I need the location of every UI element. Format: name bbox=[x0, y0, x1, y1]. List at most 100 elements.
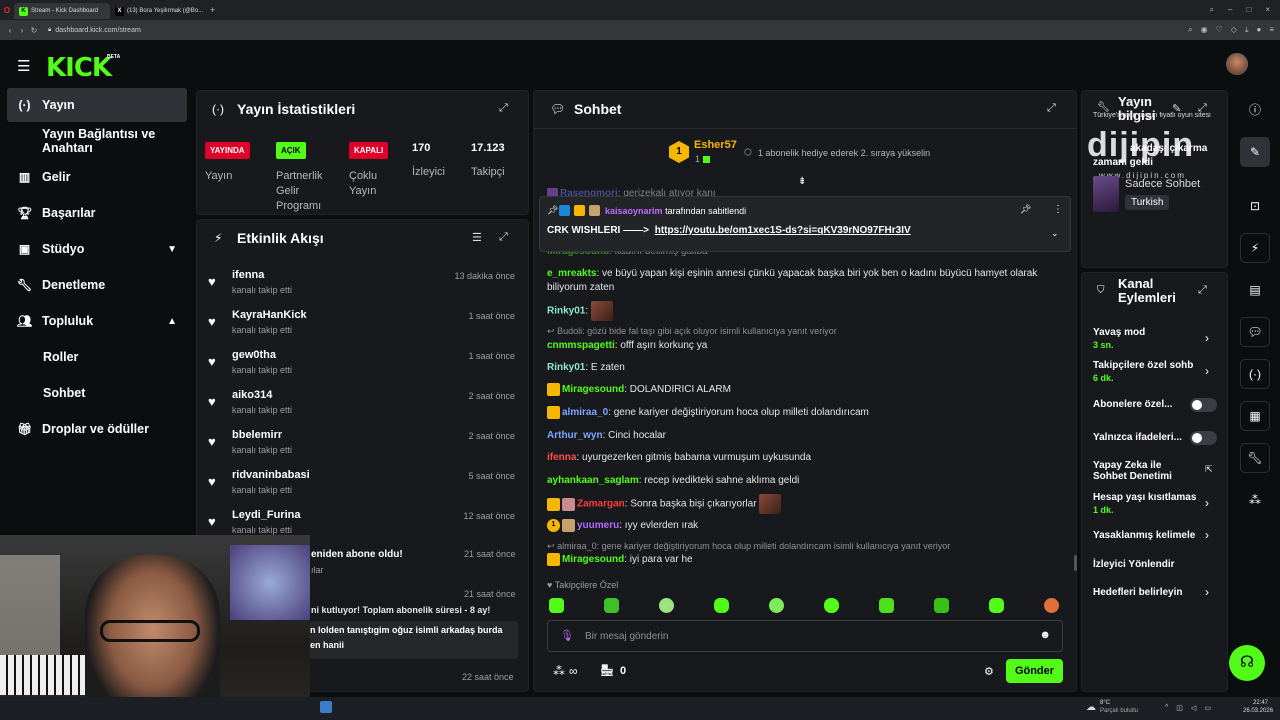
new-tab-icon[interactable]: + bbox=[210, 5, 215, 15]
pencil-icon[interactable]: ✎ bbox=[1240, 137, 1270, 167]
top-gifter-name[interactable]: Esher57 bbox=[694, 139, 737, 151]
chevron-right-icon[interactable]: › bbox=[1205, 331, 1209, 345]
bookmark-icon[interactable]: ♡ bbox=[1216, 25, 1223, 35]
pinned-link[interactable]: https://youtu.be/om1xec1S-ds?si=qKV39rNO… bbox=[655, 225, 911, 236]
document-icon[interactable]: ▤ bbox=[1240, 275, 1270, 305]
filter-icon[interactable]: ☰ bbox=[472, 231, 482, 244]
activity-username[interactable]: KayraHanKick bbox=[232, 309, 307, 321]
expand-icon[interactable]: ⤢ bbox=[1047, 102, 1056, 115]
activity-username[interactable]: gew0tha bbox=[232, 349, 276, 361]
chevron-right-icon[interactable]: › bbox=[1205, 585, 1209, 599]
store-button[interactable]: 🏪︎ 0 bbox=[600, 664, 626, 678]
minimize-button[interactable]: – bbox=[1228, 5, 1232, 15]
emote-button[interactable] bbox=[604, 598, 619, 613]
emote-button[interactable] bbox=[934, 598, 949, 613]
app-icon[interactable] bbox=[320, 701, 332, 713]
chat-username[interactable]: ayhankaan_saglam bbox=[547, 475, 639, 486]
menu-icon[interactable]: ≡ bbox=[1269, 25, 1274, 35]
category-name[interactable]: Sadece Sohbet bbox=[1125, 178, 1200, 190]
scroll-down-icon[interactable]: ⇟ bbox=[798, 176, 806, 187]
support-headset-icon[interactable]: ☊ bbox=[1229, 645, 1265, 681]
unpin-icon[interactable]: 📌︎ bbox=[1020, 204, 1031, 215]
tab-x[interactable]: X (13) Bora Yeşilırmak (@Bo... bbox=[110, 3, 206, 19]
action-followers-only[interactable]: Takipçilere özel sohb 6 dk. bbox=[1093, 360, 1201, 383]
expand-icon[interactable]: ⤢ bbox=[499, 231, 508, 244]
emote-button[interactable] bbox=[879, 598, 894, 613]
battery-icon[interactable]: ▭ bbox=[1204, 704, 1211, 712]
layout-icon[interactable]: ▦ bbox=[1240, 401, 1270, 431]
chat-username[interactable]: Arthur_wyn bbox=[547, 430, 603, 441]
forward-icon[interactable]: › bbox=[16, 26, 28, 35]
emote-button[interactable] bbox=[1044, 598, 1059, 613]
chat-username[interactable]: Miragesound bbox=[562, 384, 624, 395]
activity-username[interactable]: ifenna bbox=[232, 269, 264, 281]
gift-prompt[interactable]: 1 abonelik hediye ederek 2. sıraya yükse… bbox=[758, 148, 930, 158]
nodes-icon[interactable]: ⁂ bbox=[1240, 485, 1270, 515]
camera-icon[interactable]: ◉ bbox=[1201, 25, 1208, 35]
action-ai-moderation[interactable]: Yapay Zeka ile Sohbet Denetimi bbox=[1093, 460, 1193, 482]
action-account-age[interactable]: Hesap yaşı kısıtlamas 1 dk. bbox=[1093, 492, 1201, 515]
sidebar-item-yayin[interactable]: (·) Yayın bbox=[7, 88, 187, 122]
reload-icon[interactable]: ↻ bbox=[28, 26, 40, 35]
chat-username[interactable]: ifenna bbox=[547, 452, 576, 463]
extensions-icon[interactable]: ◇ bbox=[1231, 25, 1237, 35]
action-banned-words[interactable]: Yasaklanmış kelimele bbox=[1093, 530, 1201, 541]
tab-search-icon[interactable]: ⌕ bbox=[1210, 5, 1214, 15]
network-icon[interactable]: ◫ bbox=[1176, 704, 1183, 712]
info-icon[interactable]: ⓘ bbox=[1240, 94, 1270, 124]
broadcast-icon[interactable]: (·) bbox=[1240, 359, 1270, 389]
chevron-down-icon[interactable]: ⌄ bbox=[1051, 228, 1059, 239]
chevron-right-icon[interactable]: › bbox=[1205, 496, 1209, 510]
emote-button[interactable] bbox=[989, 598, 1004, 613]
chat-settings-icon[interactable]: ⚙ bbox=[984, 665, 994, 678]
user-avatar[interactable] bbox=[1226, 53, 1248, 75]
chat-username[interactable]: cnmmspagetti bbox=[547, 340, 615, 351]
emote-button[interactable] bbox=[659, 598, 674, 613]
emote-button[interactable] bbox=[714, 598, 729, 613]
chat-input[interactable]: 🎙︎ Bir mesaj gönderin ☻ bbox=[547, 620, 1063, 652]
chat-username[interactable]: e_mreakts bbox=[547, 268, 596, 279]
emoji-icon[interactable]: ☻ bbox=[1039, 629, 1051, 641]
chevron-right-icon[interactable]: › bbox=[1205, 528, 1209, 542]
external-link-icon[interactable]: ⇱ bbox=[1205, 464, 1213, 475]
chevron-right-icon[interactable]: › bbox=[1205, 364, 1209, 378]
send-button[interactable]: Gönder bbox=[1006, 659, 1063, 683]
chat-username[interactable]: Miragesound bbox=[562, 554, 624, 565]
expand-icon[interactable]: ⤢ bbox=[499, 102, 508, 115]
emote-button[interactable] bbox=[824, 598, 839, 613]
back-icon[interactable]: ‹ bbox=[4, 26, 16, 35]
chat-username[interactable]: almiraa_0 bbox=[562, 407, 608, 418]
sidebar-item-gelir[interactable]: ▥ Gelir bbox=[7, 160, 187, 194]
zoom-icon[interactable]: ⌕ bbox=[1188, 25, 1192, 35]
sidebar-item-basarilar[interactable]: 🏆︎ Başarılar bbox=[7, 196, 187, 230]
action-slow-mode[interactable]: Yavaş mod 3 sn. bbox=[1093, 327, 1218, 350]
maximize-button[interactable]: □ bbox=[1246, 5, 1251, 15]
sidebar-item-topluluk[interactable]: 👥︎ Topluluk ▲ bbox=[7, 304, 187, 338]
category-thumbnail[interactable] bbox=[1093, 176, 1119, 212]
expand-icon[interactable]: ⤢ bbox=[1198, 284, 1207, 297]
emote-button[interactable] bbox=[549, 598, 564, 613]
close-window-button[interactable]: × bbox=[1265, 5, 1270, 15]
chevron-up-icon[interactable]: ^ bbox=[1165, 704, 1168, 712]
tab-kick-dashboard[interactable]: K Stream - Kick Dashboard bbox=[14, 3, 110, 19]
emote-button[interactable] bbox=[769, 598, 784, 613]
chat-scrollbar[interactable] bbox=[1074, 555, 1077, 571]
download-icon[interactable]: ⤓ bbox=[1245, 25, 1249, 35]
chat-username[interactable]: Rinky01 bbox=[547, 306, 585, 317]
activity-username[interactable]: aiko314 bbox=[232, 389, 272, 401]
activity-username[interactable]: bbelemirr bbox=[232, 429, 282, 441]
emotes-only-toggle[interactable] bbox=[1190, 431, 1217, 445]
chat-username[interactable]: yuumeru bbox=[577, 520, 619, 531]
chat-bubble-icon[interactable]: 💬︎ bbox=[1240, 317, 1270, 347]
pinner-username[interactable]: kaisaoynarim bbox=[605, 206, 663, 216]
action-raid[interactable]: İzleyici Yönlendir bbox=[1093, 559, 1218, 570]
sidebar-item-droplar[interactable]: 🎁︎ Droplar ve ödüller bbox=[7, 412, 187, 446]
hamburger-menu-icon[interactable]: ☰ bbox=[17, 57, 30, 75]
wrench-icon[interactable]: 🔧︎ bbox=[1240, 443, 1270, 473]
url-field[interactable]: 🔒︎ dashboard.kick.com/stream bbox=[48, 23, 141, 37]
sidebar-item-sohbet[interactable]: Sohbet bbox=[7, 376, 187, 410]
subscribers-only-toggle[interactable] bbox=[1190, 398, 1217, 412]
sidebar-item-denetleme[interactable]: 🔧︎ Denetleme bbox=[7, 268, 187, 302]
volume-icon[interactable]: ◁ bbox=[1191, 704, 1196, 712]
action-set-goals[interactable]: Hedefleri belirleyin bbox=[1093, 587, 1218, 598]
